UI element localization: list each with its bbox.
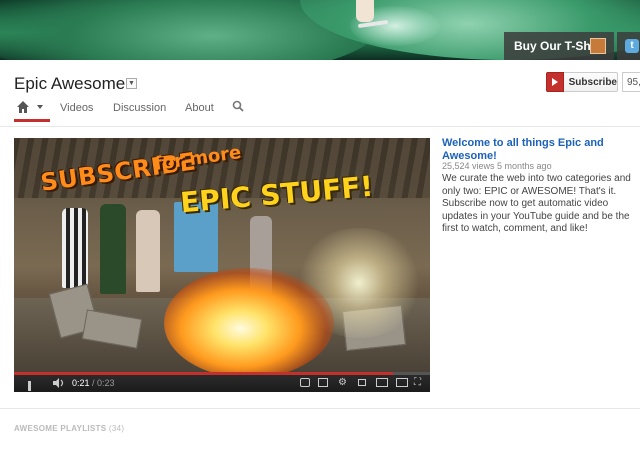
- small-player-icon[interactable]: [358, 379, 366, 386]
- section-divider: [0, 408, 640, 409]
- settings-gear-icon[interactable]: ⚙: [338, 378, 347, 388]
- channel-title: Epic Awesome: [14, 74, 126, 93]
- current-time: 0:21: [72, 378, 90, 388]
- video-figure: [100, 204, 126, 294]
- channel-banner: Buy Our T-Shirt t: [0, 0, 640, 60]
- youtube-icon: [546, 71, 564, 92]
- playlists-count: (34): [108, 424, 125, 433]
- video-figure: [62, 208, 88, 288]
- large-player-icon[interactable]: [376, 378, 388, 387]
- video-figure: [136, 210, 160, 292]
- subscriber-count: 95,: [622, 72, 640, 92]
- featured-video-description: We curate the web into two categories an…: [442, 173, 631, 234]
- video-player[interactable]: SUBSCRIBE for more EPIC STUFF! 0:21 / 0:…: [14, 138, 430, 392]
- player-controls: 0:21 / 0:23 ⚙ ⛶: [14, 375, 430, 392]
- fullscreen-icon[interactable]: ⛶: [414, 378, 421, 388]
- theater-mode-icon[interactable]: [396, 378, 408, 387]
- annotations-icon[interactable]: [318, 378, 328, 387]
- home-icon: [17, 101, 29, 113]
- featured-video-meta: 25,524 views 5 months ago: [442, 161, 552, 171]
- subscribe-label: Subscribe: [568, 76, 617, 88]
- subscribe-button[interactable]: Subscribe: [546, 71, 618, 92]
- twitter-icon: t: [625, 39, 639, 53]
- playlists-heading[interactable]: AWESOME PLAYLISTS (34): [14, 424, 124, 433]
- home-chevron-down-icon: [37, 105, 43, 109]
- buy-tshirt-button[interactable]: Buy Our T-Shirt: [504, 32, 614, 60]
- search-icon[interactable]: [232, 100, 244, 112]
- featured-video-title[interactable]: Welcome to all things Epic and Awesome!: [442, 137, 622, 163]
- video-explosion: [164, 268, 334, 372]
- tab-videos[interactable]: Videos: [60, 102, 93, 114]
- playlists-label: AWESOME PLAYLISTS: [14, 424, 107, 433]
- tab-discussion[interactable]: Discussion: [113, 102, 166, 114]
- video-time: 0:21 / 0:23: [72, 378, 115, 388]
- banner-surfer: [356, 0, 374, 22]
- tab-home[interactable]: [14, 98, 50, 122]
- captions-icon[interactable]: [300, 378, 310, 387]
- pause-icon[interactable]: [28, 378, 37, 391]
- channel-page: Buy Our T-Shirt t Epic Awesome ▼ Subscri…: [0, 0, 640, 450]
- tshirt-thumbnail-icon: [590, 38, 606, 54]
- video-duration: / 0:23: [92, 378, 115, 388]
- volume-icon[interactable]: [52, 378, 66, 388]
- header-divider: [0, 126, 640, 127]
- tab-about[interactable]: About: [185, 102, 214, 114]
- twitter-button[interactable]: t: [617, 32, 640, 60]
- video-frame[interactable]: SUBSCRIBE for more EPIC STUFF!: [14, 138, 430, 372]
- channel-menu-chevron-icon[interactable]: ▼: [126, 78, 137, 89]
